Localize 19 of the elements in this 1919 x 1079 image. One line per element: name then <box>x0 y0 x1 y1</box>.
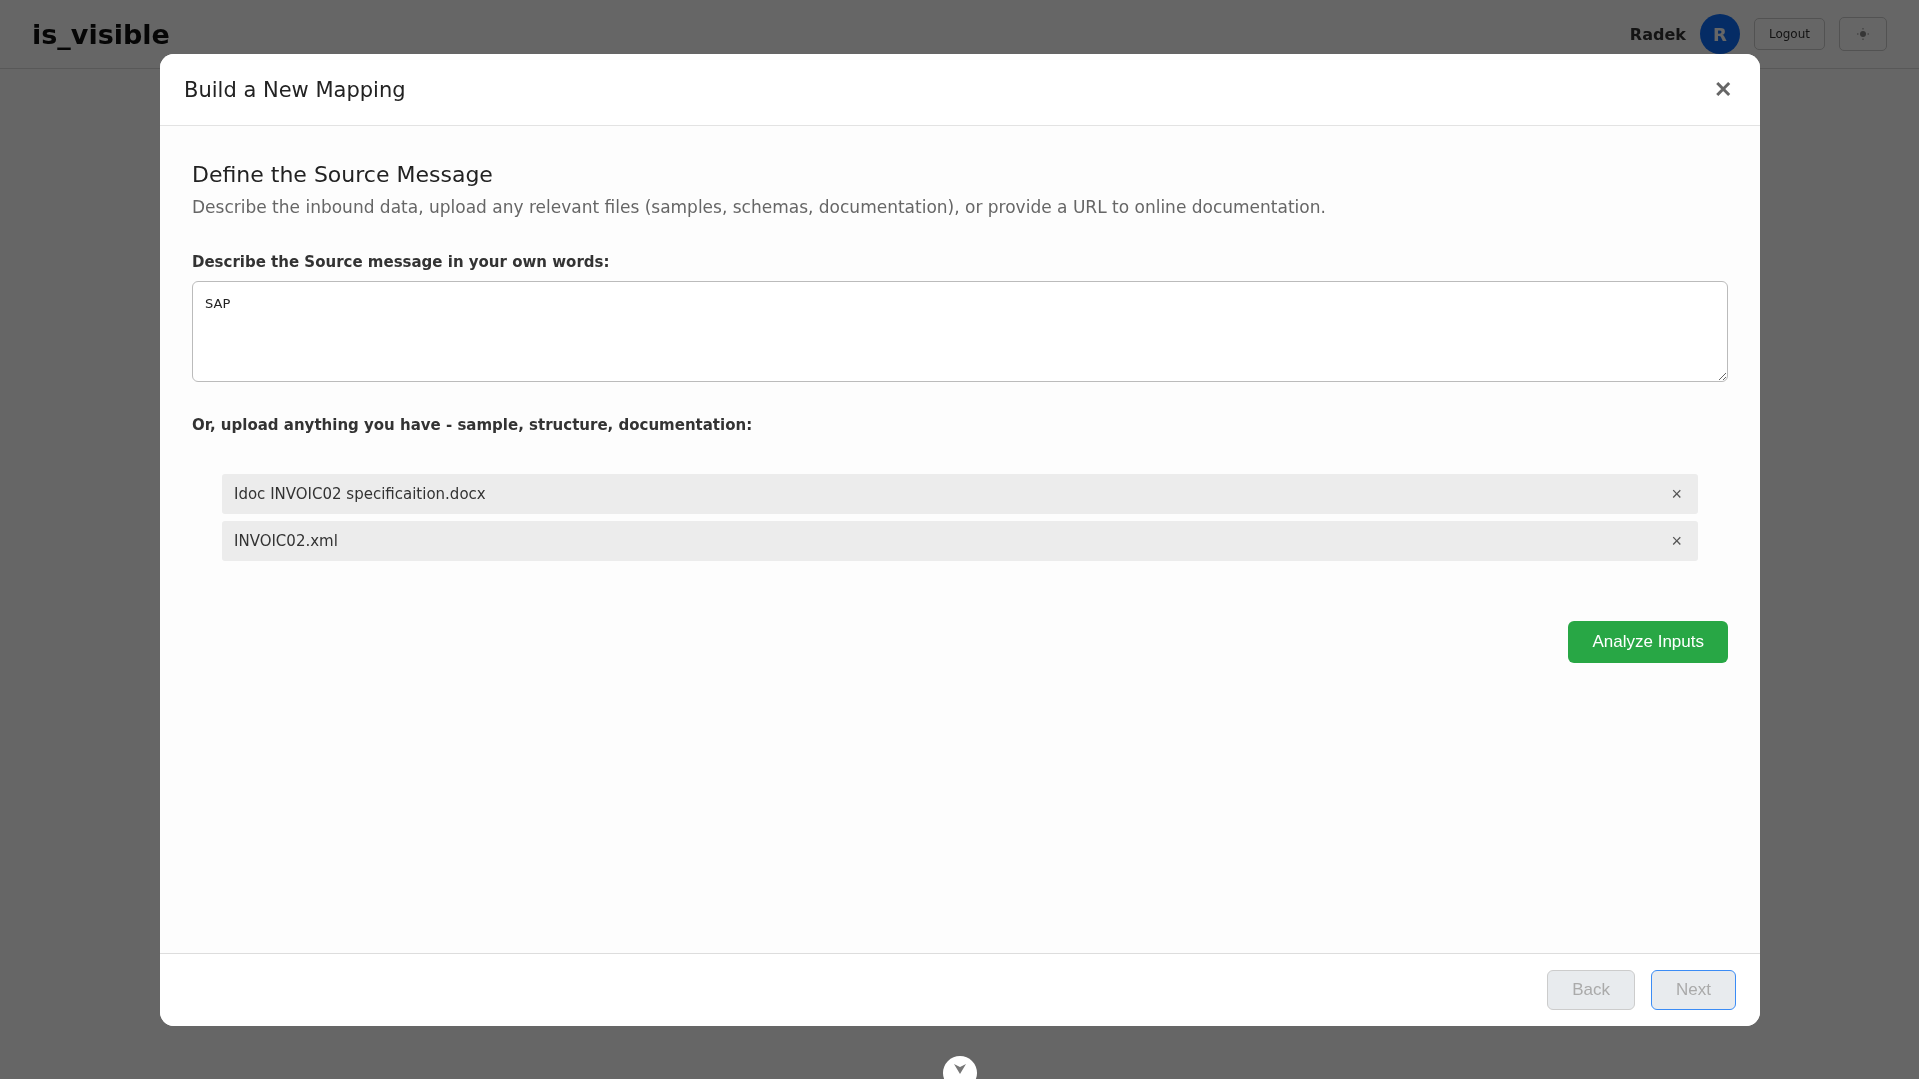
remove-file-button[interactable]: × <box>1667 483 1686 505</box>
logout-button[interactable]: Logout <box>1753 18 1825 50</box>
step-description: Describe the inbound data, upload any relevant files (samples, schemas, documentation), or provide a URL to online documentation. <box>192 197 1327 217</box>
modal-title: Build a New Mapping <box>184 77 406 102</box>
chevron-down-icon <box>954 1064 966 1074</box>
file-name: INVOIC02.xml <box>234 532 338 550</box>
description-field[interactable]: SAP <box>192 281 1728 382</box>
remove-file-button[interactable]: × <box>1667 530 1686 552</box>
user-avatar[interactable]: R <box>1699 14 1740 54</box>
sun-icon <box>1857 28 1869 40</box>
close-button[interactable]: ✕ <box>1710 72 1736 107</box>
file-name: Idoc INVOIC02 specificaition.docx <box>234 485 486 503</box>
user-name: Radek <box>1629 24 1686 44</box>
field-label: Or, upload anything you have - sample, structure, documentation: <box>192 416 754 434</box>
field-label: Describe the Source message in your own words: <box>192 253 611 271</box>
app-logo[interactable]: is_visible <box>32 18 170 50</box>
step-heading: Define the Source Message <box>192 162 494 187</box>
analyze-inputs-button[interactable]: Analyze Inputs <box>1568 621 1728 663</box>
theme-toggle-button[interactable] <box>1839 17 1887 51</box>
